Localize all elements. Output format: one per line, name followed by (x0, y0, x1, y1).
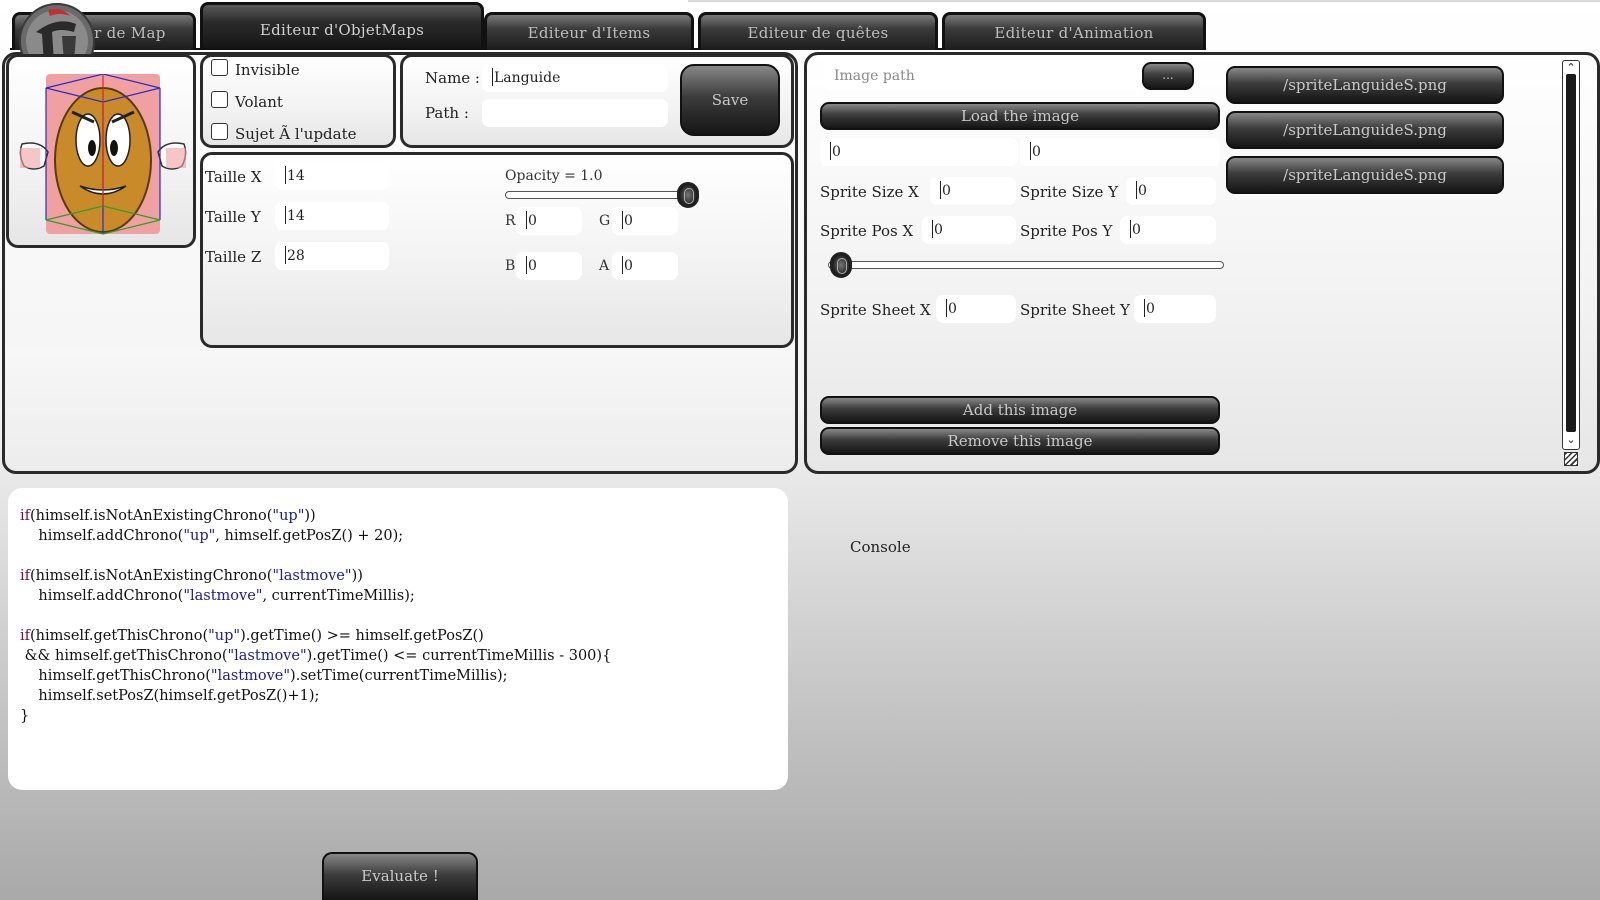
code-line: if(himself.isNotAnExistingChrono("lastmo… (20, 568, 363, 584)
name-label: Name : (425, 69, 480, 87)
top-edge (688, 0, 1600, 2)
code-line: himself.setPosZ(himself.getPosZ()+1); (20, 688, 320, 704)
sprite-sheet-x-label: Sprite Sheet X (820, 301, 931, 319)
code-line: himself.getThisChrono("lastmove").setTim… (20, 668, 508, 684)
checkbox-volant[interactable] (211, 91, 228, 108)
code-line: } (20, 708, 30, 724)
sprite-size-x-field[interactable]: 0 (930, 177, 1016, 205)
g-label: G (599, 213, 611, 229)
script-editor[interactable]: if(himself.isNotAnExistingChrono("up")) … (8, 488, 788, 790)
taille-x-field[interactable]: 14 (275, 162, 389, 190)
g-field[interactable]: 0 (612, 207, 678, 235)
tab-items-editor[interactable]: Editeur d'Items (484, 12, 694, 50)
code-line: if(himself.isNotAnExistingChrono("up")) (20, 508, 316, 524)
taille-z-label: Taille Z (205, 248, 262, 266)
sprite-frame-slider-track[interactable] (828, 261, 1224, 269)
taille-z-field[interactable]: 28 (275, 242, 389, 270)
resize-grip-icon[interactable] (1564, 452, 1578, 466)
sprite-size-y-field[interactable]: 0 (1126, 177, 1216, 205)
a-field[interactable]: 0 (612, 252, 678, 280)
path-field[interactable] (482, 99, 668, 127)
sprite-pos-x-field[interactable]: 0 (922, 216, 1016, 244)
sprite-image-item[interactable]: /spriteLanguideS.png (1226, 66, 1504, 104)
browse-button[interactable]: ... (1142, 62, 1194, 90)
console-label: Console (850, 538, 911, 556)
checkbox-update-label: Sujet Ã l'update (235, 125, 357, 143)
object-editor-body (5, 350, 795, 472)
code-line: if(himself.getThisChrono("up").getTime()… (20, 628, 484, 644)
r-label: R (505, 213, 516, 229)
tab-quests-editor[interactable]: Editeur de quêtes (698, 12, 938, 50)
r-field[interactable]: 0 (516, 207, 582, 235)
sprite-pos-y-label: Sprite Pos Y (1020, 222, 1113, 240)
right-hand-icon (157, 142, 187, 170)
sprite-pos-x-label: Sprite Pos X (820, 222, 914, 240)
sprite-size-x-label: Sprite Size X (820, 183, 919, 201)
b-label: B (505, 258, 516, 274)
taille-y-label: Taille Y (205, 208, 261, 226)
sprite-field-2[interactable]: 0 (1020, 138, 1220, 166)
sprite-sheet-x-field[interactable]: 0 (936, 295, 1016, 323)
sprite-field-1[interactable]: 0 (820, 138, 1018, 166)
add-image-button[interactable]: Add this image (820, 396, 1220, 424)
scrollbar-thumb[interactable] (1566, 74, 1576, 432)
evaluate-button[interactable]: Evaluate ! (322, 852, 478, 900)
checkbox-volant-label: Volant (235, 93, 283, 111)
image-path-field[interactable]: Image path (824, 62, 1142, 90)
scroll-down-icon[interactable]: ⌄ (1565, 434, 1577, 446)
opacity-label: Opacity = 1.0 (505, 168, 603, 184)
sprite-sheet-y-field[interactable]: 0 (1134, 295, 1216, 323)
sprite-pos-y-field[interactable]: 0 (1120, 216, 1216, 244)
taille-x-label: Taille X (205, 168, 262, 186)
save-button[interactable]: Save (680, 64, 780, 136)
sprite-frame-slider-thumb[interactable] (830, 252, 852, 278)
left-hand-icon (19, 142, 49, 170)
remove-image-button[interactable]: Remove this image (820, 427, 1220, 455)
sprite-preview (18, 73, 188, 240)
checkbox-invisible[interactable] (211, 59, 228, 76)
name-field[interactable]: Languide (482, 64, 668, 92)
checkbox-invisible-label: Invisible (235, 61, 300, 79)
opacity-slider-thumb[interactable] (677, 182, 699, 208)
scroll-up-icon[interactable]: ⌃ (1565, 62, 1577, 74)
sprite-sheet-y-label: Sprite Sheet Y (1020, 301, 1130, 319)
load-image-button[interactable]: Load the image (820, 102, 1220, 130)
a-label: A (599, 258, 610, 274)
b-field[interactable]: 0 (516, 252, 582, 280)
checkbox-update[interactable] (211, 123, 228, 140)
opacity-slider-track[interactable] (505, 191, 693, 199)
sprite-size-y-label: Sprite Size Y (1020, 183, 1119, 201)
taille-y-field[interactable]: 14 (275, 202, 389, 230)
code-line: himself.addChrono("up", himself.getPosZ(… (20, 528, 404, 544)
path-label: Path : (425, 104, 469, 122)
tab-objetmaps-editor[interactable]: Editeur d'ObjetMaps (200, 2, 484, 48)
code-line: && himself.getThisChrono("lastmove").get… (20, 648, 612, 664)
code-line: himself.addChrono("lastmove", currentTim… (20, 588, 415, 604)
tab-animation-editor[interactable]: Editeur d'Animation (942, 12, 1206, 50)
sprite-image-item[interactable]: /spriteLanguideS.png (1226, 156, 1504, 194)
sprite-image-item[interactable]: /spriteLanguideS.png (1226, 111, 1504, 149)
